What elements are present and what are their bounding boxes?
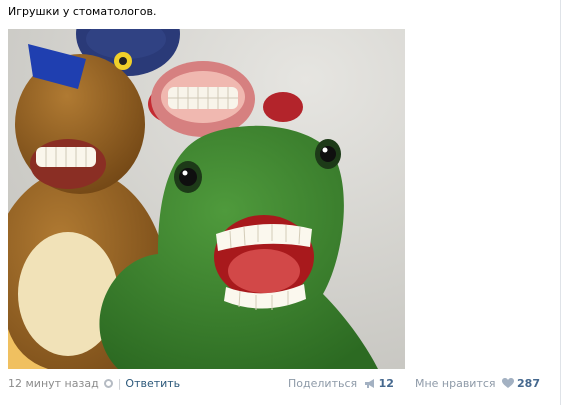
post-time[interactable]: 12 минут назад: [8, 377, 99, 390]
separator: |: [117, 377, 122, 390]
post-photo[interactable]: [8, 29, 405, 369]
like-count: 287: [517, 377, 540, 390]
reply-link[interactable]: Ответить: [125, 377, 180, 390]
share-count: 12: [378, 377, 394, 390]
post-actions: Поделиться 12 Мне нравится 287: [288, 376, 540, 394]
heart-icon[interactable]: [502, 378, 515, 394]
post-footer: 12 минут назад | Ответить Поделиться 12 Мн…: [8, 376, 540, 392]
share-button[interactable]: Поделиться 12: [288, 377, 397, 390]
page-right-border: [560, 0, 561, 405]
megaphone-icon[interactable]: [364, 378, 376, 394]
gear-icon[interactable]: [103, 379, 113, 388]
post-text: Игрушки у стоматологов.: [8, 5, 157, 18]
post-meta: 12 минут назад | Ответить: [8, 376, 180, 392]
share-label[interactable]: Поделиться: [288, 377, 357, 390]
like-button[interactable]: Мне нравится 287: [411, 377, 540, 390]
like-label[interactable]: Мне нравится: [415, 377, 496, 390]
